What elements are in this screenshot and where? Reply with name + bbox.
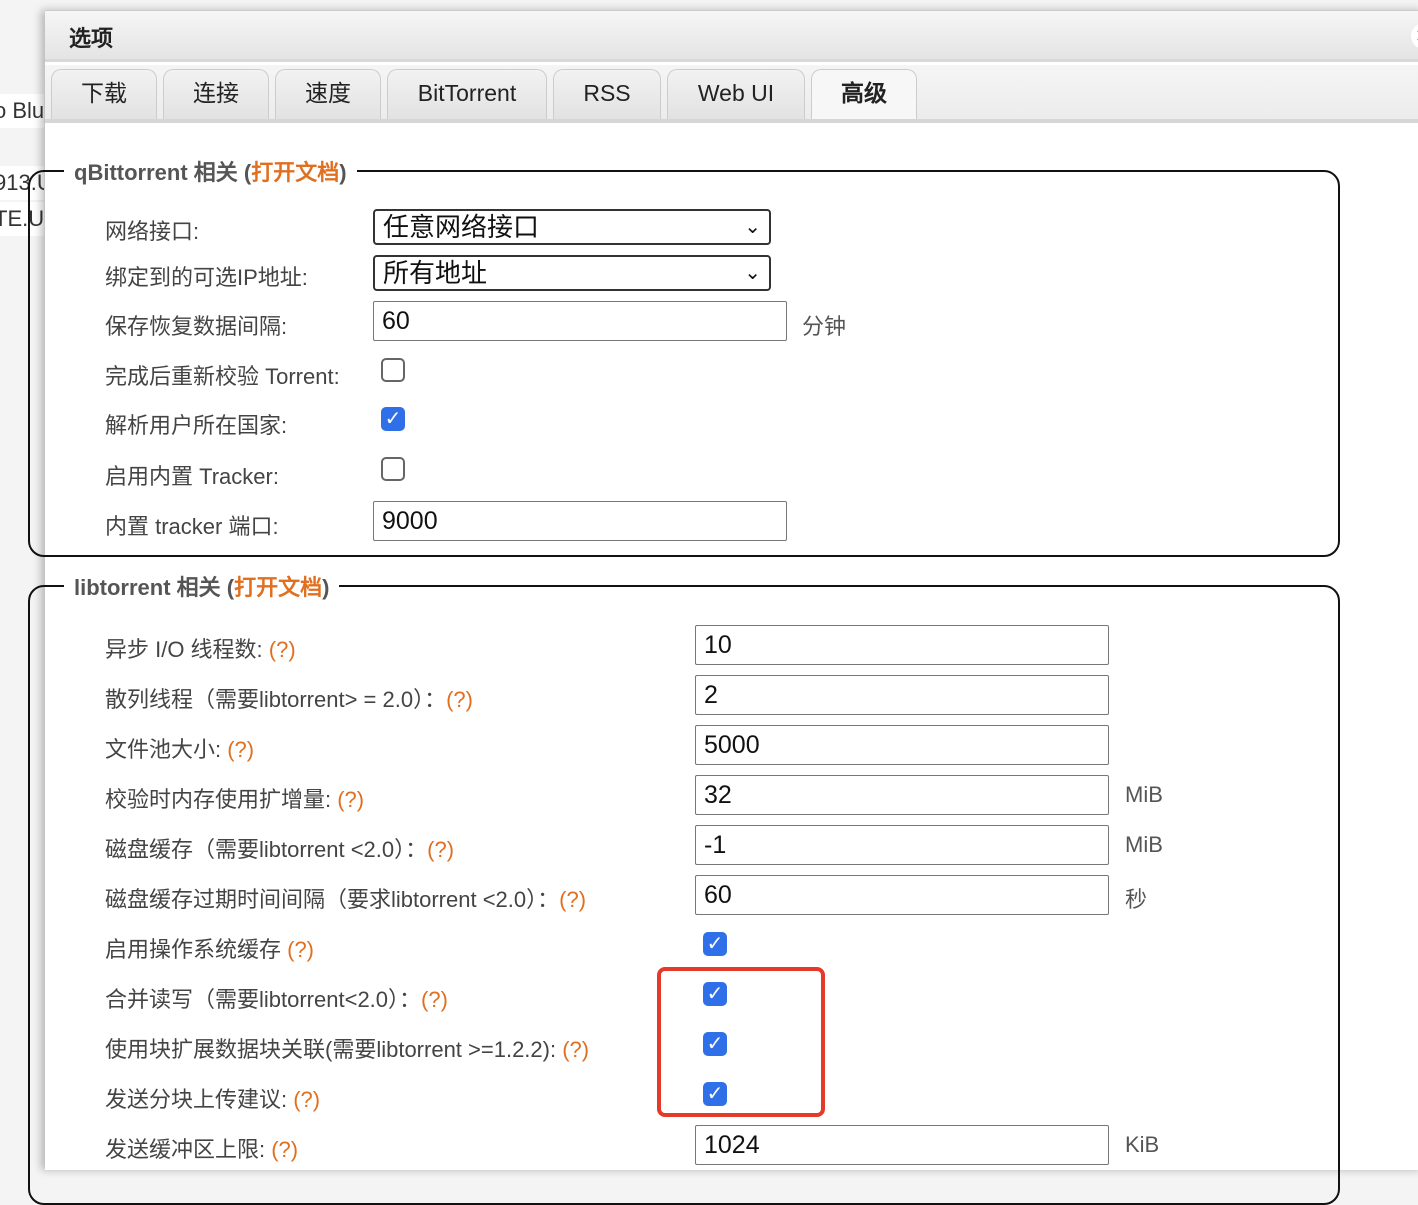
tab-connection[interactable]: 连接	[163, 69, 269, 119]
unit-label: MiB	[1125, 832, 1163, 858]
chevron-down-icon: ⌄	[744, 257, 761, 289]
setting-checkbox[interactable]: ✓	[703, 932, 727, 956]
setting-label: 使用块扩展数据块关联(需要libtorrent >=1.2.2): (?)	[105, 1032, 589, 1064]
setting-label: 异步 I/O 线程数: (?)	[105, 632, 296, 664]
setting-label: 发送缓冲区上限: (?)	[105, 1132, 298, 1164]
help-link[interactable]: (?)	[287, 937, 314, 962]
unit-label: KiB	[1125, 1132, 1159, 1158]
resume-interval-label: 保存恢复数据间隔:	[105, 309, 287, 341]
select-value: 任意网络接口	[383, 212, 539, 242]
setting-label: 合并读写（需要libtorrent<2.0）：(?)	[105, 982, 448, 1014]
help-link[interactable]: (?)	[559, 887, 586, 912]
dialog-title: 选项	[69, 21, 113, 53]
label-text: 使用块扩展数据块关联(需要libtorrent >=1.2.2):	[105, 1037, 562, 1062]
setting-input[interactable]: 10	[695, 625, 1109, 665]
resolve-country-checkbox[interactable]: ✓	[381, 407, 405, 431]
bind-ip-label: 绑定到的可选IP地址:	[105, 260, 308, 292]
setting-label: 校验时内存使用扩增量: (?)	[105, 782, 364, 814]
resume-interval-input[interactable]: 60	[373, 301, 787, 341]
network-interface-label: 网络接口:	[105, 214, 199, 246]
setting-input[interactable]: 32	[695, 775, 1109, 815]
tab-bittorrent[interactable]: BitTorrent	[387, 69, 547, 119]
label-text: 校验时内存使用扩增量:	[105, 787, 337, 812]
label-text: 异步 I/O 线程数:	[105, 637, 269, 662]
tracker-checkbox[interactable]	[381, 457, 405, 481]
section-legend: libtorrent 相关 (打开文档)	[64, 570, 339, 602]
recheck-label: 完成后重新校验 Torrent:	[105, 359, 340, 391]
unit-label: 秒	[1125, 882, 1147, 914]
label-text: 合并读写（需要libtorrent<2.0）：	[105, 987, 421, 1012]
label-text: 文件池大小:	[105, 737, 227, 762]
tracker-port-label: 内置 tracker 端口:	[105, 509, 279, 541]
setting-input[interactable]: 1024	[695, 1125, 1109, 1165]
network-interface-select[interactable]: 任意网络接口 ⌄	[373, 209, 771, 245]
help-link[interactable]: (?)	[446, 687, 473, 712]
setting-input[interactable]: 2	[695, 675, 1109, 715]
tracker-label: 启用内置 Tracker:	[105, 459, 279, 491]
setting-label: 散列线程（需要libtorrent> = 2.0）：(?)	[105, 682, 473, 714]
label-text: 磁盘缓存过期时间间隔（要求libtorrent <2.0）：	[105, 887, 559, 912]
legend-text: )	[339, 160, 346, 185]
dialog-titlebar[interactable]: 选项 ✕	[45, 11, 1418, 62]
setting-label: 文件池大小: (?)	[105, 732, 254, 764]
setting-label: 启用操作系统缓存 (?)	[105, 932, 314, 964]
chevron-down-icon: ⌄	[744, 211, 761, 243]
label-text: 启用操作系统缓存	[105, 937, 287, 962]
tracker-port-input[interactable]: 9000	[373, 501, 787, 541]
label-text: 发送分块上传建议:	[105, 1087, 293, 1112]
setting-input[interactable]: 5000	[695, 725, 1109, 765]
help-link[interactable]: (?)	[269, 637, 296, 662]
highlight-annotation	[657, 967, 825, 1117]
legend-text: qBittorrent 相关 (	[74, 160, 251, 185]
setting-label: 发送分块上传建议: (?)	[105, 1082, 320, 1114]
open-docs-link[interactable]: 打开文档	[234, 575, 322, 600]
legend-text: libtorrent 相关 (	[74, 575, 234, 600]
label-text: 散列线程（需要libtorrent> = 2.0）：	[105, 687, 446, 712]
section-legend: qBittorrent 相关 (打开文档)	[64, 155, 357, 187]
setting-input[interactable]: 60	[695, 875, 1109, 915]
label-text: 发送缓冲区上限:	[105, 1137, 271, 1162]
setting-label: 磁盘缓存过期时间间隔（要求libtorrent <2.0）：(?)	[105, 882, 586, 914]
legend-text: )	[322, 575, 329, 600]
close-icon[interactable]: ✕	[1411, 23, 1418, 49]
recheck-checkbox[interactable]	[381, 358, 405, 382]
help-link[interactable]: (?)	[421, 987, 448, 1012]
resolve-country-label: 解析用户所在国家:	[105, 408, 287, 440]
tab-speed[interactable]: 速度	[275, 69, 381, 119]
open-docs-link[interactable]: 打开文档	[251, 160, 339, 185]
help-link[interactable]: (?)	[427, 837, 454, 862]
help-link[interactable]: (?)	[562, 1037, 589, 1062]
tab-rss[interactable]: RSS	[553, 69, 661, 119]
tab-advanced[interactable]: 高级	[811, 69, 917, 119]
background-fragment: o Blu	[0, 94, 44, 128]
setting-label: 磁盘缓存（需要libtorrent <2.0）：(?)	[105, 832, 454, 864]
unit-label: 分钟	[802, 309, 846, 341]
help-link[interactable]: (?)	[337, 787, 364, 812]
bind-ip-select[interactable]: 所有地址 ⌄	[373, 255, 771, 291]
help-link[interactable]: (?)	[271, 1137, 298, 1162]
select-value: 所有地址	[383, 258, 487, 288]
unit-label: MiB	[1125, 782, 1163, 808]
tab-download[interactable]: 下载	[51, 69, 157, 119]
tab-webui[interactable]: Web UI	[667, 69, 805, 119]
help-link[interactable]: (?)	[293, 1087, 320, 1112]
tab-bar: 下载 连接 速度 BitTorrent RSS Web UI 高级	[45, 65, 1418, 123]
label-text: 磁盘缓存（需要libtorrent <2.0）：	[105, 837, 427, 862]
setting-input[interactable]: -1	[695, 825, 1109, 865]
help-link[interactable]: (?)	[227, 737, 254, 762]
